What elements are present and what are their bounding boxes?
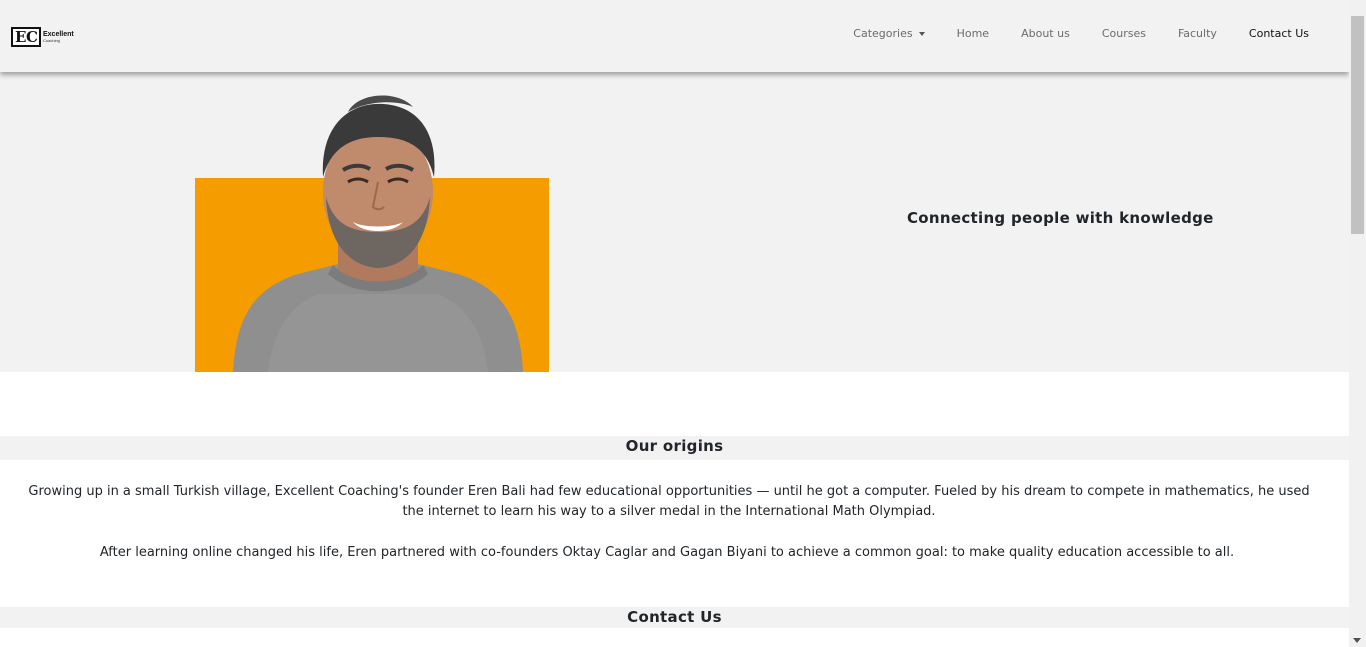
caret-down-icon bbox=[918, 31, 925, 36]
nav-home-link[interactable]: Home bbox=[941, 27, 1005, 40]
nav-categories-dropdown[interactable]: Categories bbox=[837, 27, 940, 40]
logo-mark: E C bbox=[11, 26, 41, 47]
logo-name: Excellent bbox=[43, 30, 74, 38]
nav-categories-label: Categories bbox=[853, 27, 913, 40]
brand-logo[interactable]: E C Excellent Coaching bbox=[11, 26, 74, 47]
page-scrollbar[interactable] bbox=[1349, 0, 1366, 647]
origins-paragraph-1: Growing up in a small Turkish village, E… bbox=[28, 484, 1310, 519]
nav-contact-link[interactable]: Contact Us bbox=[1233, 27, 1325, 40]
logo-text: Excellent Coaching bbox=[43, 31, 74, 43]
logo-letter-e: E bbox=[15, 27, 27, 46]
origins-paragraph-2: After learning online changed his life, … bbox=[99, 545, 1235, 560]
nav-faculty-link[interactable]: Faculty bbox=[1162, 27, 1233, 40]
nav-courses-link[interactable]: Courses bbox=[1086, 27, 1162, 40]
nav-about-link[interactable]: About us bbox=[1005, 27, 1086, 40]
hero-tagline: Connecting people with knowledge bbox=[907, 209, 1214, 227]
scroll-down-arrow-icon[interactable] bbox=[1353, 638, 1361, 643]
scrollbar-thumb[interactable] bbox=[1351, 16, 1364, 234]
founder-portrait-image bbox=[233, 95, 523, 372]
navbar: E C Excellent Coaching Categories Home A… bbox=[0, 0, 1349, 72]
hero-section: Connecting people with knowledge bbox=[0, 72, 1349, 372]
contact-heading: Contact Us bbox=[0, 607, 1349, 628]
origins-heading: Our origins bbox=[0, 436, 1349, 460]
page: E C Excellent Coaching Categories Home A… bbox=[0, 0, 1349, 647]
logo-subname: Coaching bbox=[43, 37, 60, 43]
main-nav: Categories Home About us Courses Faculty… bbox=[837, 27, 1325, 40]
logo-letter-c: C bbox=[26, 27, 38, 46]
